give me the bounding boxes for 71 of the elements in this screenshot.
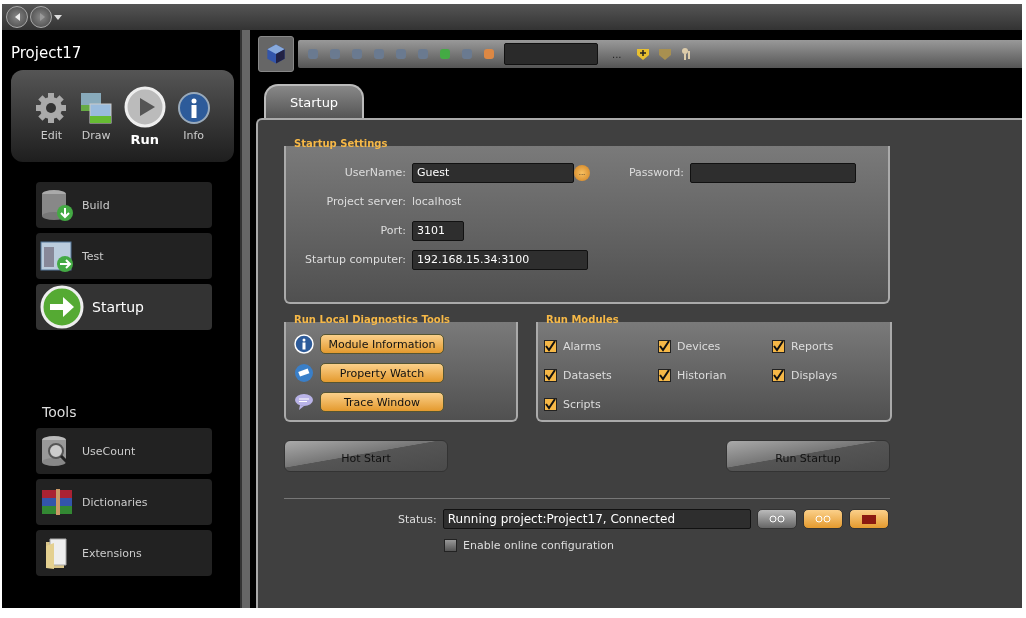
sidebar-item[interactable]: Dictionaries: [36, 479, 212, 525]
forward-arrow-icon: [37, 12, 45, 22]
checkbox-label: Reports: [791, 340, 834, 353]
status-label: Status:: [398, 512, 437, 526]
tab[interactable]: Startup: [264, 84, 364, 118]
server-value: localhost: [412, 195, 463, 208]
group-title: Run Local Diagnostics Tools: [294, 314, 450, 325]
port-field[interactable]: 3101: [412, 220, 464, 241]
checkbox-label: Devices: [677, 340, 721, 353]
sidebar-item[interactable]: Extensions: [36, 530, 212, 576]
checkbox[interactable]: [544, 398, 557, 411]
username-field[interactable]: Guest: [412, 162, 574, 183]
play-icon: [123, 85, 166, 128]
checkbox[interactable]: [544, 340, 557, 353]
info-icon: [176, 90, 211, 125]
arrow-circle-icon: [40, 285, 84, 329]
gear-icon: [34, 90, 69, 125]
checkbox[interactable]: [772, 369, 785, 382]
field-label: Startup computer:: [304, 253, 406, 266]
status-field: Running project:Project17, Connected: [442, 509, 751, 529]
tool-button[interactable]: Module Information: [320, 334, 444, 354]
stop-button[interactable]: [848, 509, 889, 529]
info-icon: [294, 334, 314, 354]
database-icon: [40, 188, 74, 222]
checkbox[interactable]: [772, 340, 785, 353]
checkbox-label: Historian: [677, 369, 727, 382]
search-field[interactable]: [504, 43, 598, 65]
group-title: Startup Settings: [294, 138, 388, 149]
checkbox-label: Datasets: [563, 369, 612, 382]
field-label: Port:: [379, 224, 406, 237]
connect-button[interactable]: [756, 509, 797, 529]
sidebar-item[interactable]: UseCount: [36, 428, 212, 474]
checkbox[interactable]: [544, 369, 557, 382]
field-label: Password:: [627, 166, 684, 179]
link-icon: [768, 515, 785, 523]
password-field[interactable]: [690, 162, 856, 183]
checkbox[interactable]: [444, 539, 457, 552]
checkbox-label: Alarms: [563, 340, 602, 353]
mode-button[interactable]: Run: [123, 85, 166, 147]
computer-field[interactable]: 192.168.15.34:3100: [412, 249, 588, 270]
field-label: Project server:: [325, 195, 406, 208]
speech-bubble-icon: [294, 392, 314, 412]
mode-button[interactable]: Draw: [79, 90, 114, 142]
caret-icon[interactable]: [54, 14, 62, 20]
tools-heading: Tools: [42, 404, 78, 420]
pictures-icon: [79, 90, 114, 125]
group-title: Run Modules: [546, 314, 619, 325]
project-title: Project17: [10, 44, 83, 62]
checkbox[interactable]: [658, 369, 671, 382]
shield-plus-icon[interactable]: [635, 47, 650, 61]
checkbox-label: Enable online configuration: [463, 539, 614, 552]
forward-button[interactable]: [30, 6, 52, 28]
browse-button[interactable]: ...: [574, 164, 590, 181]
window-icon: [40, 239, 74, 273]
back-arrow-icon: [13, 12, 21, 22]
stop-icon: [861, 514, 876, 524]
sidebar-item[interactable]: Build: [36, 182, 212, 228]
checkbox-label: Displays: [791, 369, 838, 382]
back-button[interactable]: [6, 6, 28, 28]
sidebar-item[interactable]: Startup: [36, 284, 212, 330]
checkbox[interactable]: [658, 340, 671, 353]
sidebar-item[interactable]: Test: [36, 233, 212, 279]
link-icon: [814, 515, 831, 523]
mode-button[interactable]: Info: [176, 90, 211, 142]
tool-button[interactable]: Trace Window: [320, 392, 444, 412]
cube-button[interactable]: [258, 36, 294, 72]
field-label: UserName:: [343, 166, 406, 179]
mode-button[interactable]: Edit: [34, 90, 69, 142]
disconnect-button[interactable]: [802, 509, 843, 529]
tool-button[interactable]: Property Watch: [320, 363, 444, 383]
checkbox-label: Scripts: [563, 398, 601, 411]
